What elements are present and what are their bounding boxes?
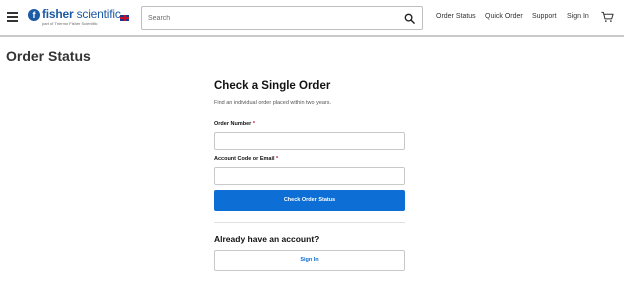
sign-in-button[interactable]: Sign In: [214, 250, 405, 271]
divider: [214, 222, 405, 223]
required-marker: *: [252, 121, 255, 127]
form-subtitle: Find an individual order placed within t…: [214, 100, 332, 106]
search-icon[interactable]: [404, 13, 415, 24]
account-heading: Already have an account?: [214, 234, 320, 244]
account-code-field[interactable]: [214, 167, 405, 185]
nav-order-status[interactable]: Order Status: [436, 13, 476, 20]
site-header: f fisher scientific part of Thermo Fishe…: [0, 0, 624, 37]
required-marker: *: [276, 156, 279, 162]
nav-support[interactable]: Support: [532, 13, 557, 20]
page-title: Order Status: [6, 48, 91, 64]
check-order-status-button[interactable]: Check Order Status: [214, 190, 405, 211]
cart-icon[interactable]: [601, 11, 614, 23]
logo-tagline: part of Thermo Fisher Scientific: [42, 21, 98, 26]
uk-flag-icon[interactable]: [120, 15, 129, 21]
logo-wordmark: fisher scientific: [42, 7, 121, 21]
nav-quick-order[interactable]: Quick Order: [485, 13, 523, 20]
order-number-label: Order Number *: [214, 121, 255, 127]
account-code-label: Account Code or Email *: [214, 156, 279, 162]
order-number-field[interactable]: [214, 132, 405, 150]
search-bar: [141, 6, 423, 30]
nav-sign-in[interactable]: Sign In: [567, 13, 589, 20]
logo-mark: f: [28, 9, 40, 21]
form-title: Check a Single Order: [214, 80, 331, 92]
search-input[interactable]: [148, 11, 398, 25]
hamburger-menu-icon[interactable]: [7, 12, 18, 22]
